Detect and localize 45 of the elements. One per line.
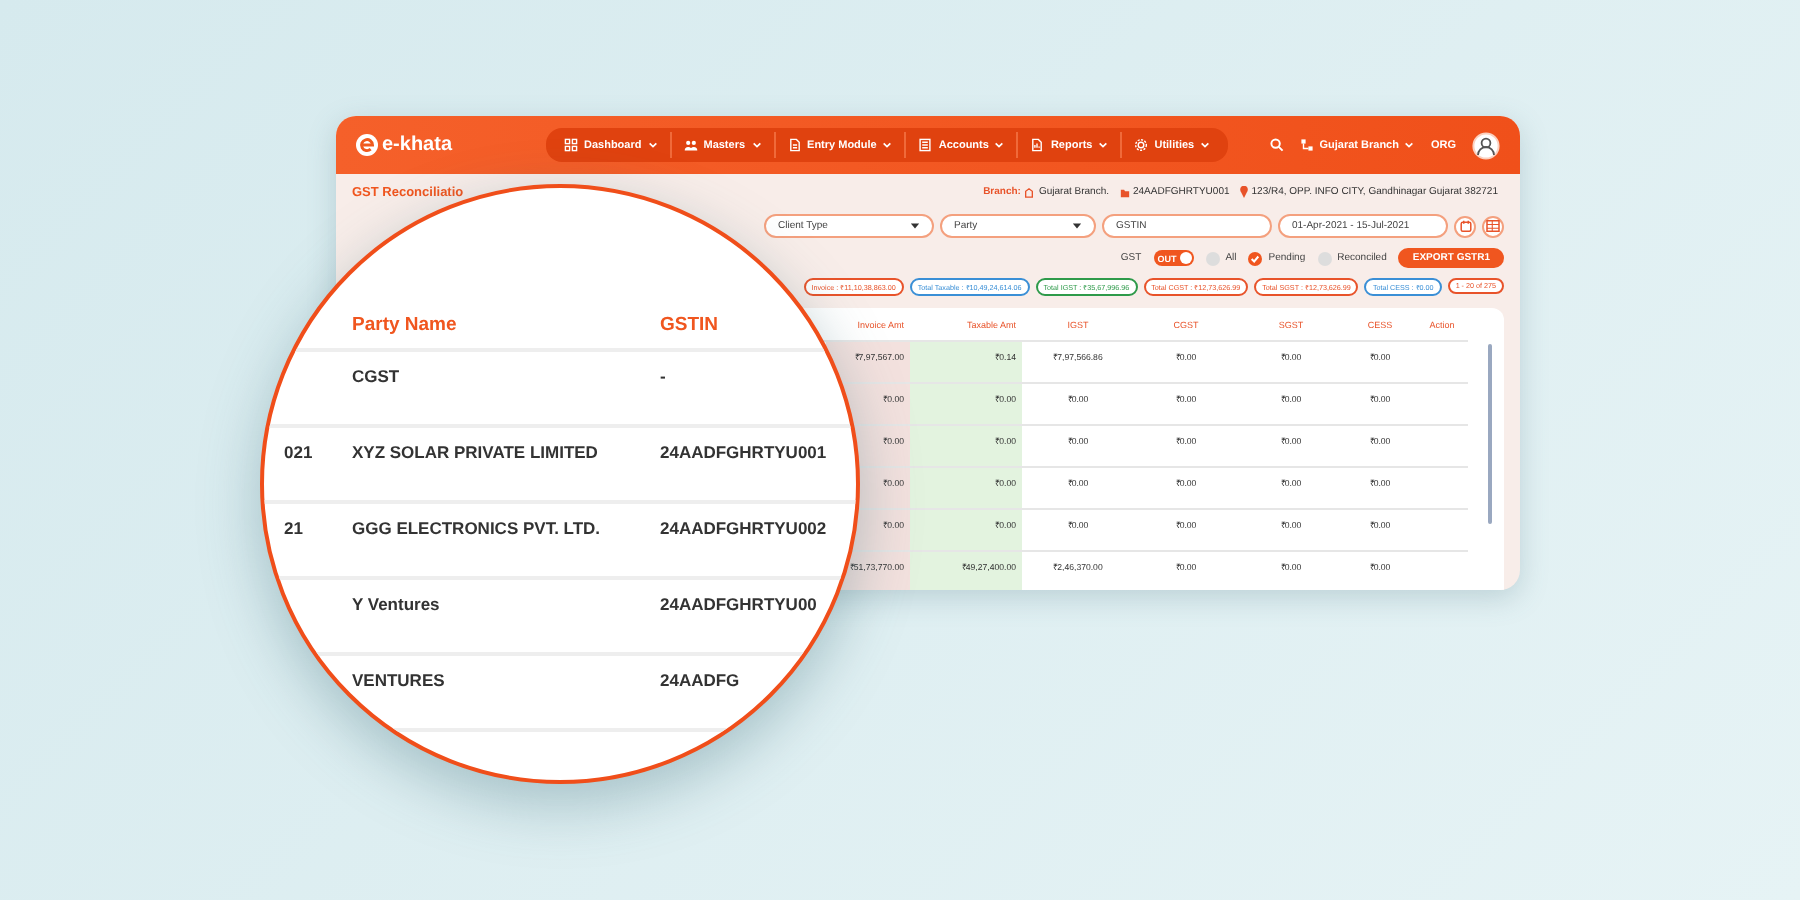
caret-icon xyxy=(647,140,658,150)
table-cell-text: 21 xyxy=(284,516,305,542)
table-cell-text: 24AADFGHRTYU002 xyxy=(660,516,827,542)
caret-icon xyxy=(1200,140,1211,150)
calendar-icon xyxy=(1459,220,1471,232)
caret-icon xyxy=(994,140,1005,150)
ledger-icon xyxy=(918,138,933,152)
avatar-icon[interactable] xyxy=(1472,131,1500,159)
caret-icon xyxy=(751,140,762,150)
table-cell-text: XYZ SOLAR PRIVATE LIMITED xyxy=(352,440,600,466)
excel-export-button[interactable] xyxy=(1482,215,1504,237)
table-cell-text: GGG ELECTRONICS PVT. LTD. xyxy=(352,516,603,542)
spreadsheet-icon xyxy=(1486,220,1500,232)
gear-icon xyxy=(1134,138,1149,152)
radio-icon[interactable] xyxy=(1317,251,1332,265)
table-cell-text: 24AADFGHRTYU00 xyxy=(660,592,817,618)
column-header: GSTIN xyxy=(660,313,719,335)
table-cell-text: - xyxy=(660,364,666,390)
scrollbar[interactable] xyxy=(1488,344,1492,524)
calendar-button[interactable] xyxy=(1454,215,1476,237)
table-cell-text: 24AADFG xyxy=(660,668,740,694)
caret-icon xyxy=(1404,140,1415,150)
table-cell-text: 021 xyxy=(284,440,315,466)
app-logo-text: e-khata xyxy=(382,134,453,156)
report-icon xyxy=(1030,138,1045,152)
dropdown-caret-icon xyxy=(910,222,920,230)
dropdown-caret-icon xyxy=(1072,222,1082,230)
search-icon[interactable] xyxy=(1269,138,1284,152)
table-cell-text: 24AADFGHRTYU001 xyxy=(660,440,827,466)
caret-icon xyxy=(882,140,893,150)
table-cell-text: CGST xyxy=(352,364,402,390)
column-header: Party Name xyxy=(352,313,459,335)
grid-icon xyxy=(564,138,578,152)
location-pin-icon xyxy=(1239,186,1248,198)
hierarchy-icon xyxy=(1299,138,1314,152)
building-icon xyxy=(1024,187,1035,197)
radio-icon[interactable] xyxy=(1205,251,1220,265)
people-icon xyxy=(683,138,698,152)
table-cell-text: Y Ventures xyxy=(352,592,442,618)
caret-icon xyxy=(1098,140,1109,150)
radio-icon[interactable] xyxy=(1248,251,1263,265)
folder-icon xyxy=(1119,187,1129,197)
e-logo-icon xyxy=(356,134,378,156)
document-icon xyxy=(787,138,802,152)
table-cell-text: VENTURES xyxy=(352,668,447,694)
